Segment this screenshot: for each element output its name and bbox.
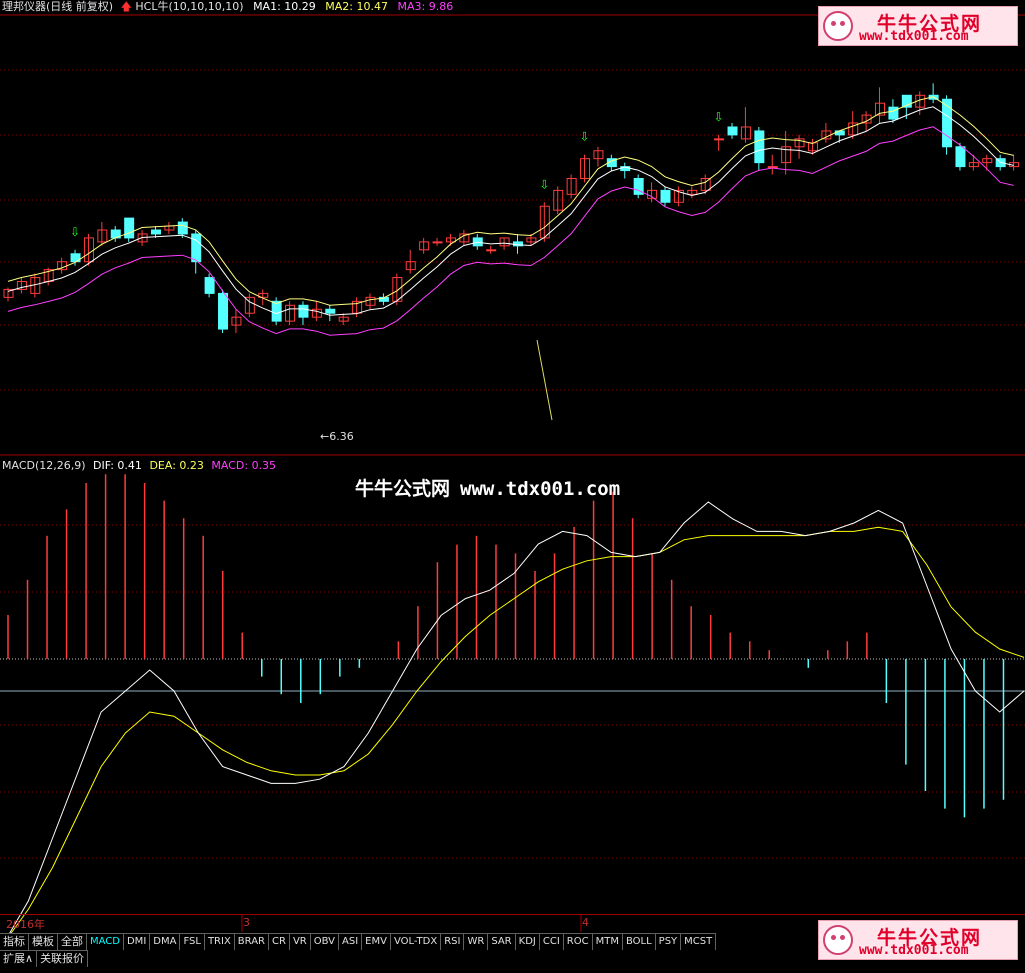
candle-body (204, 277, 215, 294)
indicator-tabs: 指标 模板 全部 MACD DMI DMA FSL TRIX BRAR CR VR OBV ASI EMV… (0, 933, 717, 950)
tab-indicator[interactable]: 指标 (0, 933, 29, 950)
tab-cci[interactable]: CCI (539, 933, 564, 950)
candle-body (218, 292, 229, 330)
candle-body (325, 308, 336, 314)
tab-fsl[interactable]: FSL (180, 933, 205, 950)
buy-arrow-icon: ⇩ (70, 225, 80, 239)
tab-mtm[interactable]: MTM (592, 933, 623, 950)
tab-emv[interactable]: EMV (362, 933, 391, 950)
tab-macd[interactable]: MACD (87, 933, 124, 950)
tab-dma[interactable]: DMA (150, 933, 181, 950)
candle-body (271, 300, 282, 322)
candle-body (767, 166, 778, 169)
watermark-title: 牛牛公式网 (355, 478, 451, 500)
tab-related-quotes[interactable]: 关联报价 (37, 950, 89, 967)
tab-expand[interactable]: 扩展∧ (0, 950, 38, 967)
candle-body (124, 217, 135, 239)
site-logo-bottom: 牛牛公式网 www.tdx001.com (818, 920, 1018, 960)
buy-arrow-icon: ⇩ (580, 130, 590, 144)
indicator-arrow-icon: 🡅 (120, 0, 132, 13)
ma1-line (7, 106, 1014, 316)
tab-psy[interactable]: PSY (655, 933, 682, 950)
logo-url: www.tdx001.com (859, 29, 969, 44)
macd-panel-header: MACD(12,26,9) DIF: 0.41 DEA: 0.23 MACD: … (2, 459, 276, 473)
tab-obv[interactable]: OBV (310, 933, 339, 950)
candle-body (660, 189, 671, 203)
date-label: 2016年 (6, 918, 45, 931)
date-label: 3 (243, 916, 250, 929)
dif-value: DIF: 0.41 (93, 459, 142, 472)
price-panel-header: 理邦仪器(日线 前复权) 🡅 HCL牛(10,10,10,10) MA1: 10… (2, 0, 453, 14)
ma2-value: MA2: 10.47 (325, 0, 388, 13)
tab-cr[interactable]: CR (269, 933, 290, 950)
buy-arrow-icon: ⇩ (714, 110, 724, 124)
tab-mcst[interactable]: MCST (681, 933, 717, 950)
tab-wr[interactable]: WR (464, 933, 489, 950)
tab-trix[interactable]: TRIX (204, 933, 235, 950)
macd-label[interactable]: MACD(12,26,9) (2, 459, 86, 472)
candle-body (177, 221, 188, 235)
candle-body (955, 146, 966, 168)
tab-boll[interactable]: BOLL (622, 933, 656, 950)
dea-value: DEA: 0.23 (149, 459, 204, 472)
logo-url: www.tdx001.com (859, 943, 969, 958)
tab-all[interactable]: 全部 (58, 933, 87, 950)
buy-arrow-icon: ⇩ (539, 177, 549, 191)
cow-icon (823, 925, 853, 955)
tab-vol-tdx[interactable]: VOL-TDX (390, 933, 442, 950)
candle-body (486, 249, 497, 252)
candle-body (727, 126, 738, 136)
candle-body (150, 229, 161, 235)
watermark: 牛牛公式网 www.tdx001.com (355, 474, 620, 501)
stock-name[interactable]: 理邦仪器(日线 前复权) (2, 0, 113, 13)
candle-body (298, 304, 309, 318)
site-logo-top: 牛牛公式网 www.tdx001.com (818, 6, 1018, 46)
low-price-marker: ←6.36 (320, 430, 354, 444)
dea-line (3, 526, 1025, 944)
tab-sar[interactable]: SAR (488, 933, 516, 950)
tab-asi[interactable]: ASI (339, 933, 363, 950)
ma1-value: MA1: 10.29 (253, 0, 316, 13)
dif-line (3, 501, 1025, 944)
candle-body (834, 130, 845, 136)
bottom-tabs: 扩展∧ 关联报价 (0, 950, 89, 967)
cow-icon (823, 11, 853, 41)
watermark-url: www.tdx001.com (460, 478, 621, 500)
tab-roc[interactable]: ROC (563, 933, 593, 950)
low-arrow-icon: ← (320, 430, 330, 443)
tab-brar[interactable]: BRAR (234, 933, 269, 950)
candle-body (191, 233, 202, 263)
macd-value: MACD: 0.35 (211, 459, 277, 472)
candle-body (432, 241, 443, 244)
low-price-label: 6.36 (329, 430, 354, 443)
tab-vr[interactable]: VR (289, 933, 311, 950)
ma2-line (7, 96, 1014, 306)
annotation-line (536, 339, 553, 421)
candle-body (714, 138, 725, 141)
tab-rsi[interactable]: RSI (441, 933, 465, 950)
tab-dmi[interactable]: DMI (123, 933, 151, 950)
tab-template[interactable]: 模板 (29, 933, 58, 950)
candle-body (888, 106, 899, 120)
ma3-value: MA3: 9.86 (397, 0, 454, 13)
tab-kdj[interactable]: KDJ (515, 933, 540, 950)
indicator-name[interactable]: HCL牛(10,10,10,10) (135, 0, 243, 13)
date-label: 4 (582, 916, 589, 929)
candle-body (754, 130, 765, 164)
